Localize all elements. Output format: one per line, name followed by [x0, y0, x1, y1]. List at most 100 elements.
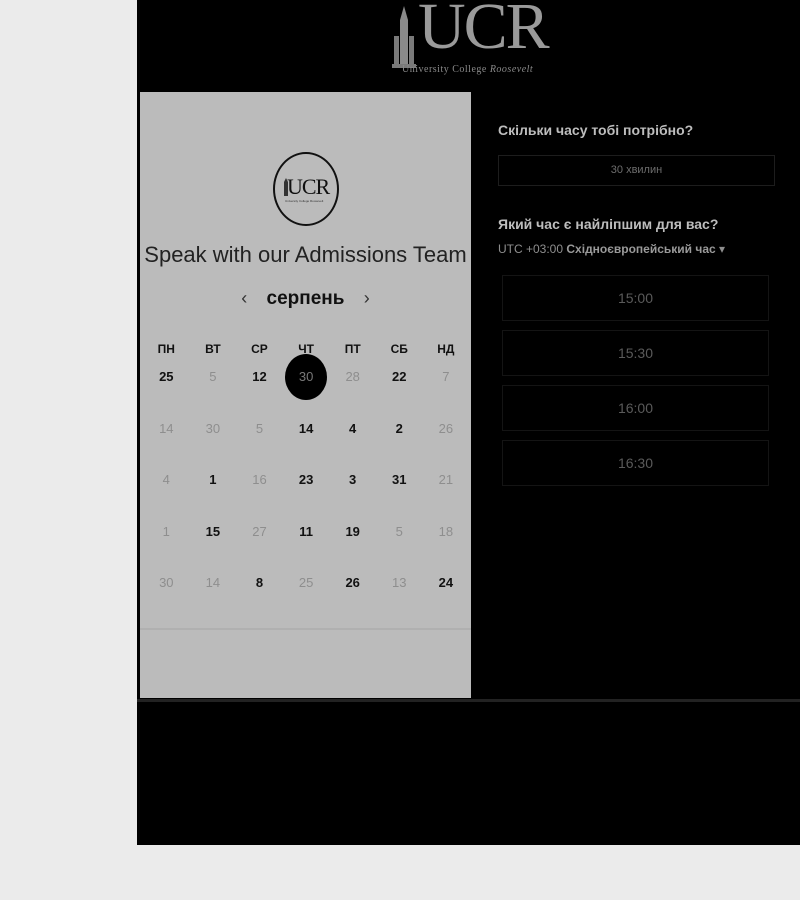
calendar-day: 14 — [143, 418, 190, 470]
day-number: 5 — [255, 420, 264, 436]
calendar-day: 7 — [423, 366, 470, 418]
calendar-day[interactable]: 11 — [283, 521, 330, 573]
time-slot[interactable]: 15:30 — [502, 330, 769, 376]
day-number: 15 — [205, 523, 221, 539]
day-number: 30 — [159, 575, 174, 590]
day-number: 30 — [205, 420, 221, 436]
day-number: 25 — [298, 575, 314, 590]
calendar-day: 30 — [190, 418, 237, 470]
timezone-offset: UTC +03:00 — [498, 242, 564, 256]
weekday-label: ПТ — [344, 342, 361, 356]
calendar-day[interactable]: 26 — [329, 572, 376, 624]
divider — [137, 699, 800, 702]
calendar-day: 5 — [236, 418, 283, 470]
weekday-label: СР — [251, 342, 268, 356]
day-number: 7 — [442, 369, 450, 384]
day-number: 27 — [252, 523, 267, 539]
calendar-day: 21 — [423, 469, 470, 521]
day-number: 14 — [298, 420, 314, 436]
calendar-day[interactable]: 15 — [190, 521, 237, 573]
divider — [140, 628, 471, 630]
day-number: 4 — [162, 472, 170, 487]
calendar-day: 5 — [190, 366, 237, 418]
card-logo-text: UCR — [287, 174, 330, 199]
calendar-day[interactable]: 24 — [423, 572, 470, 624]
day-number: 14 — [159, 420, 174, 436]
day-number: 26 — [438, 420, 454, 436]
time-slot[interactable]: 15:00 — [502, 275, 769, 321]
calendar-day[interactable]: 8 — [236, 572, 283, 624]
calendar-day: 14 — [190, 572, 237, 624]
day-number: 24 — [438, 575, 454, 590]
day-number: 31 — [392, 472, 407, 487]
selected-day[interactable]: 30 — [283, 354, 330, 418]
day-number: 25 — [159, 369, 174, 384]
ucr-logo: UCR University College Roosevelt — [390, 0, 550, 78]
calendar-day[interactable]: 12 — [236, 366, 283, 418]
calendar-day[interactable]: 1 — [190, 469, 237, 521]
day-number: 5 — [209, 369, 217, 384]
calendar-day[interactable]: 19 — [329, 521, 376, 573]
timezone-name: Східноєвропейський час — [566, 242, 716, 256]
card-logo-caption: University College Roosevelt — [285, 199, 324, 203]
day-number: 3 — [349, 472, 357, 487]
day-number: 13 — [392, 575, 407, 590]
calendar-card: UCR University College Roosevelt Speak w… — [140, 92, 471, 698]
calendar-day: 13 — [376, 572, 423, 624]
day-number: 28 — [345, 369, 360, 384]
calendar-day: 1 — [143, 521, 190, 573]
day-number: 8 — [255, 575, 264, 590]
weekday-label: ВТ — [205, 342, 221, 356]
calendar-day: 27 — [236, 521, 283, 573]
day-number: 5 — [395, 523, 403, 539]
day-grid: 25 5 12 30 28 22 7 14 30 5 14 4 2 26 4 1 16 23 3 31 21 1 15 27 1… — [143, 354, 471, 624]
logo-subtitle: University College Roosevelt — [402, 64, 534, 75]
calendar-day[interactable]: 4 — [329, 418, 376, 470]
calendar-day: 25 — [283, 572, 330, 624]
time-question: Який час є найліпшим для вас? — [498, 216, 719, 232]
month-label: серпень — [266, 288, 345, 309]
duration-select[interactable]: 30 хвилин — [498, 155, 775, 186]
calendar-day[interactable]: 2 — [376, 418, 423, 470]
day-number: 30 — [298, 369, 314, 384]
day-number: 19 — [345, 523, 360, 539]
weekday-label: НД — [437, 342, 455, 356]
duration-question: Скільки часу тобі потрібно? — [498, 122, 694, 138]
prev-month-button[interactable]: ‹ — [227, 288, 261, 308]
day-number: 23 — [298, 472, 314, 487]
calendar-day[interactable]: 22 — [376, 366, 423, 418]
calendar-day[interactable]: 14 — [283, 418, 330, 470]
timezone-selector[interactable]: UTC +03:00 Східноєвропейський час ▾ — [498, 242, 725, 256]
calendar-day: 4 — [143, 469, 190, 521]
card-logo: UCR University College Roosevelt — [273, 152, 339, 226]
calendar-day: 30 — [143, 572, 190, 624]
page-title: Speak with our Admissions Team — [144, 242, 467, 267]
calendar-grid: ПН ВТ СР ЧТ ПТ СБ НД 25 5 12 30 28 22 7 14 30 5 14 4 2 26 4 1… — [143, 342, 471, 624]
month-navigator: ‹ серпень › — [140, 288, 471, 310]
day-number: 22 — [392, 369, 407, 384]
calendar-day: 16 — [236, 469, 283, 521]
day-number: 4 — [349, 420, 357, 436]
calendar-day[interactable]: 23 — [283, 469, 330, 521]
time-slot[interactable]: 16:00 — [502, 385, 769, 431]
calendar-day: 28 — [329, 366, 376, 418]
day-number: 26 — [345, 575, 360, 590]
day-number: 12 — [252, 369, 267, 384]
logo-text: UCR — [418, 0, 550, 63]
time-slot[interactable]: 16:30 — [502, 440, 769, 486]
day-number: 21 — [438, 472, 454, 487]
day-number: 2 — [395, 420, 403, 436]
calendar-day[interactable]: 25 — [143, 366, 190, 418]
tower-icon — [392, 6, 416, 68]
calendar-day[interactable]: 31 — [376, 469, 423, 521]
day-number: 16 — [252, 472, 267, 487]
next-month-button[interactable]: › — [350, 288, 384, 308]
calendar-day[interactable]: 3 — [329, 469, 376, 521]
day-number: 14 — [205, 575, 221, 590]
calendar-day: 26 — [423, 418, 470, 470]
weekday-label: СБ — [390, 342, 408, 356]
calendar-day: 18 — [423, 521, 470, 573]
day-number: 11 — [299, 523, 313, 539]
day-number: 1 — [209, 472, 217, 487]
weekday-label: ПН — [157, 342, 175, 356]
